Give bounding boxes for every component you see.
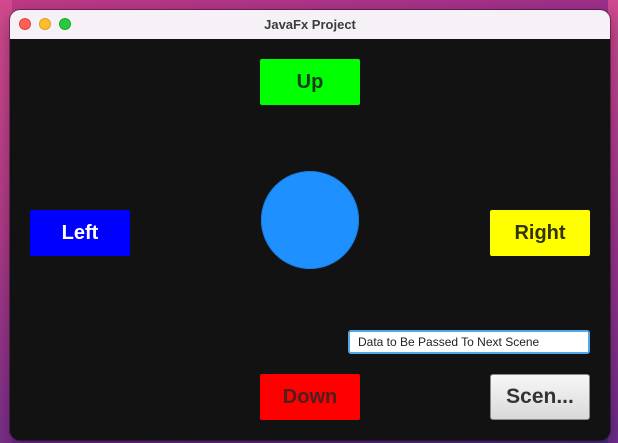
window-title: JavaFx Project	[264, 17, 356, 32]
left-button[interactable]: Left	[30, 210, 130, 256]
data-text-field[interactable]	[348, 330, 590, 354]
down-button[interactable]: Down	[260, 374, 360, 420]
app-window: JavaFx Project Up Left Right Down Scen..…	[10, 10, 610, 440]
blue-circle	[261, 171, 359, 269]
scene-pane: Up Left Right Down Scen...	[10, 39, 610, 440]
title-bar[interactable]: JavaFx Project	[10, 10, 610, 40]
next-scene-button[interactable]: Scen...	[490, 374, 590, 420]
right-button[interactable]: Right	[490, 210, 590, 256]
up-button[interactable]: Up	[260, 59, 360, 105]
